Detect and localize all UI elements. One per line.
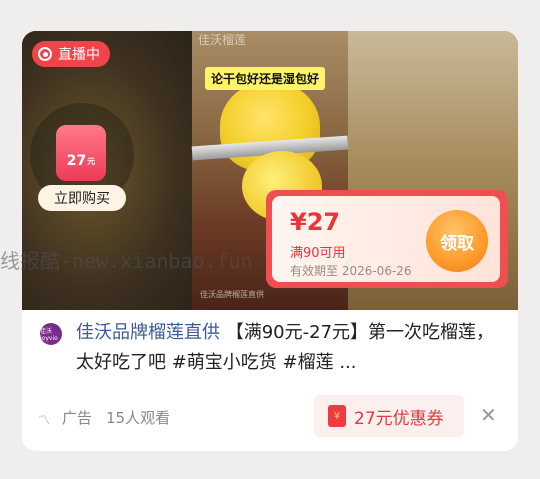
viewer-count: 15人观看 — [106, 409, 171, 427]
ad-signal-icon: 〽 — [38, 413, 51, 427]
coupon-body: ¥27 满90可用 有效期至 2026-06-26 领取 — [272, 196, 500, 282]
video-mark: 佳沃榴莲 — [198, 33, 247, 47]
card-footer: 〽 广告 15人观看 ¥ 27元优惠券 ✕ — [22, 395, 518, 441]
live-label: 直播中 — [58, 47, 100, 63]
coupon-card[interactable]: ¥27 满90可用 有效期至 2026-06-26 领取 — [266, 190, 508, 288]
coupon-amount: ¥27 — [290, 208, 341, 236]
site-watermark: 线报酷-new.xianbao.fun — [0, 249, 253, 273]
shopping-bag-icon: 27 元 — [56, 125, 106, 181]
video-small-watermark: 佳沃品牌榴莲直供 — [200, 290, 264, 299]
claim-button[interactable]: 领取 — [426, 210, 488, 272]
ad-card[interactable]: 佳沃榴莲 论干包好还是湿包好 直播中 27 元 立即购买 ¥27 满90可用 有效… — [22, 31, 518, 451]
ad-label: 广告 — [62, 409, 93, 427]
buy-price-unit: 元 — [87, 157, 96, 166]
buy-now-button[interactable]: 立即购买 — [38, 185, 126, 211]
buy-widget[interactable]: 27 元 立即购买 — [30, 103, 134, 211]
coupon-condition: 满90可用 — [290, 246, 346, 261]
coupon-button-label: 27元优惠券 — [354, 408, 444, 429]
buy-price: 27 — [66, 153, 87, 169]
red-packet-icon: ¥ — [328, 405, 346, 427]
coupon-expiry: 有效期至 2026-06-26 — [290, 264, 412, 278]
close-icon[interactable]: ✕ — [480, 403, 497, 427]
post-title[interactable]: 佳沃品牌榴莲直供 【满90元-27元】第一次吃榴莲，太好吃了吧 #萌宝小吃货 #… — [76, 318, 506, 378]
brand-logo[interactable]: 佳沃 joyvio — [40, 323, 62, 345]
live-badge: 直播中 — [32, 41, 110, 67]
brand-name[interactable]: 佳沃品牌榴莲直供 — [76, 322, 220, 343]
coupon-button[interactable]: ¥ 27元优惠券 — [314, 395, 464, 437]
live-icon — [38, 47, 52, 61]
video-caption: 论干包好还是湿包好 — [205, 67, 326, 90]
